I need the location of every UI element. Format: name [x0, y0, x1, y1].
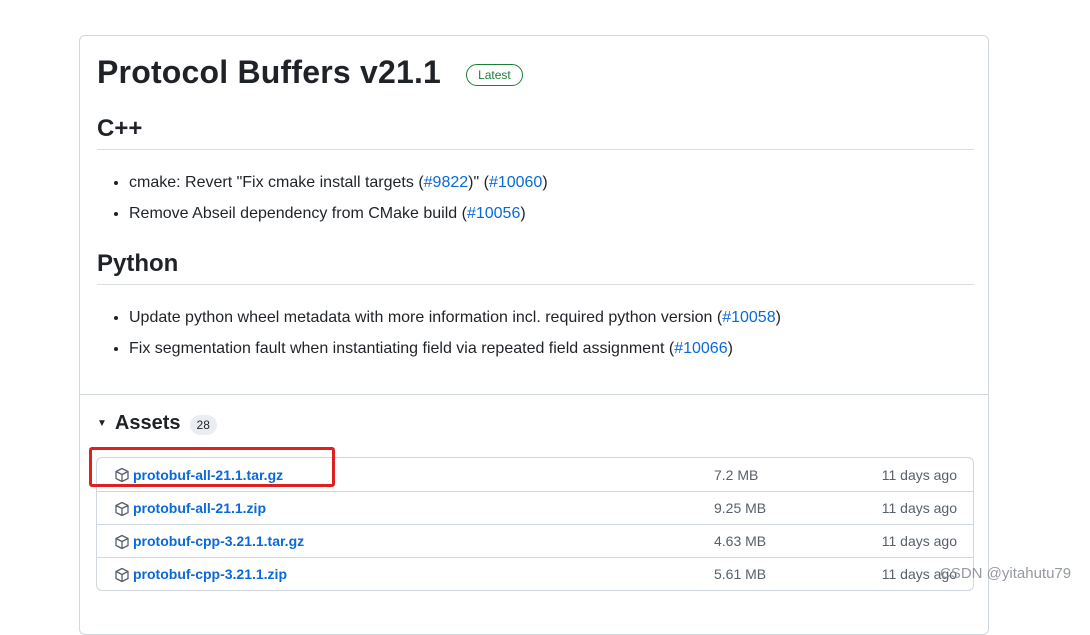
- release-title[interactable]: Protocol Buffers v21.1: [97, 54, 441, 91]
- asset-date: 11 days ago: [881, 466, 957, 483]
- asset-size: 7.2 MB: [714, 466, 759, 483]
- triangle-down-icon[interactable]: ▼: [97, 418, 107, 429]
- notes-list-cpp: cmake: Revert "Fix cmake install targets…: [97, 172, 548, 234]
- list-item: Fix segmentation fault when instantiatin…: [129, 338, 781, 360]
- table-row: protobuf-all-21.1.zip 9.25 MB 11 days ag…: [97, 491, 973, 524]
- asset-download-link[interactable]: protobuf-all-21.1.zip: [133, 500, 266, 516]
- note-text: ): [520, 205, 526, 222]
- release-header: Protocol Buffers v21.1 Latest: [97, 54, 523, 91]
- section-divider: [80, 394, 988, 395]
- note-text: cmake: Revert "Fix cmake install targets…: [129, 174, 424, 191]
- note-text: Fix segmentation fault when instantiatin…: [129, 340, 675, 357]
- assets-toggle[interactable]: ▼ Assets 28: [97, 412, 217, 435]
- asset-size: 4.63 MB: [714, 533, 767, 549]
- note-text: ): [775, 309, 781, 326]
- note-text: )" (: [468, 174, 489, 191]
- assets-count-badge: 28: [189, 415, 217, 435]
- asset-size: 9.25 MB: [714, 500, 767, 516]
- package-icon: [115, 534, 129, 550]
- table-row: protobuf-cpp-3.21.1.tar.gz 4.63 MB 11 da…: [97, 524, 973, 557]
- package-icon: [115, 567, 129, 583]
- note-text: ): [542, 174, 548, 191]
- release-card: Protocol Buffers v21.1 Latest C++ cmake:…: [79, 35, 989, 635]
- note-text: Remove Abseil dependency from CMake buil…: [129, 205, 467, 222]
- issue-link[interactable]: #9822: [424, 174, 469, 191]
- asset-date: 11 days ago: [881, 500, 957, 516]
- pr-link[interactable]: #10060: [489, 174, 542, 191]
- table-row: protobuf-cpp-3.21.1.zip 5.61 MB 11 days …: [97, 557, 973, 590]
- asset-download-link[interactable]: protobuf-cpp-3.21.1.tar.gz: [133, 533, 304, 549]
- asset-download-link[interactable]: protobuf-cpp-3.21.1.zip: [133, 566, 287, 582]
- pr-link[interactable]: #10058: [722, 309, 775, 326]
- watermark: CSDN @yitahutu79: [940, 565, 1072, 582]
- section-heading-cpp: C++: [97, 115, 974, 150]
- pr-link[interactable]: #10056: [467, 205, 520, 222]
- note-text: ): [727, 340, 733, 357]
- pr-link[interactable]: #10066: [674, 340, 727, 357]
- package-icon: [115, 501, 129, 517]
- section-heading-python: Python: [97, 250, 974, 285]
- assets-title: Assets: [114, 412, 181, 434]
- annotation-highlight-box: [89, 447, 335, 487]
- latest-badge: Latest: [466, 63, 523, 86]
- list-item: Remove Abseil dependency from CMake buil…: [129, 203, 548, 225]
- asset-size: 5.61 MB: [714, 566, 767, 582]
- list-item: Update python wheel metadata with more i…: [129, 307, 781, 329]
- note-text: Update python wheel metadata with more i…: [129, 309, 723, 326]
- notes-list-python: Update python wheel metadata with more i…: [97, 307, 781, 369]
- asset-date: 11 days ago: [881, 533, 957, 549]
- list-item: cmake: Revert "Fix cmake install targets…: [129, 172, 548, 194]
